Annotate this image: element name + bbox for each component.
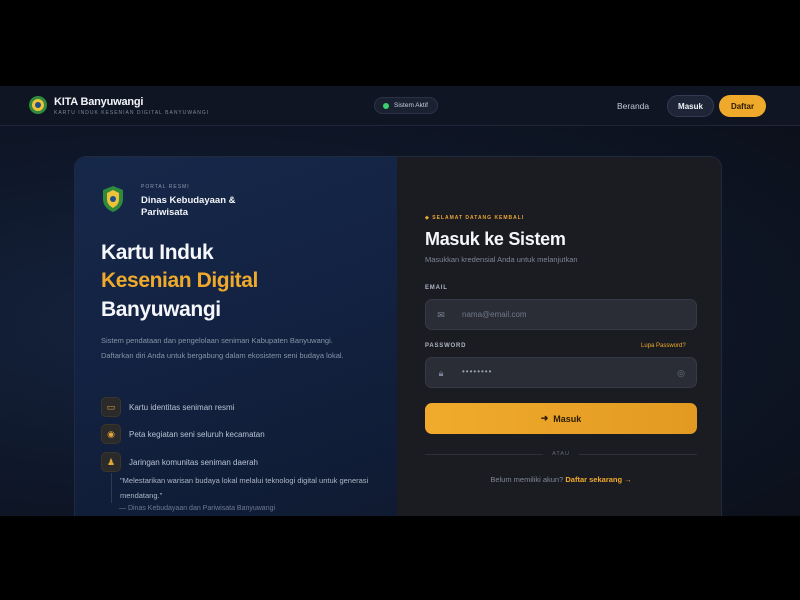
welcome-eyebrow: ◆ SELAMAT DATANG KEMBALI	[425, 215, 525, 221]
signup-link[interactable]: Daftar sekarang →	[565, 475, 631, 484]
form-subtitle: Masukkan kredensial Anda untuk melanjutk…	[425, 255, 578, 264]
brand-name[interactable]: KITA Banyuwangi	[54, 96, 143, 108]
nav-login-button[interactable]: Masuk	[667, 95, 714, 117]
feature-item: ▭ Kartu identitas seniman resmi	[101, 397, 234, 417]
quote-text: "Melestarikan warisan budaya lokal melal…	[111, 473, 381, 503]
status-dot-icon	[383, 102, 389, 109]
submit-label: Masuk	[553, 413, 582, 424]
intro-panel: PORTAL RESMI Dinas Kebudayaan & Pariwisa…	[75, 157, 397, 516]
hero-title-line-2: Kesenian Digital	[101, 269, 258, 292]
feature-label: Peta kegiatan seni seluruh kecamatan	[129, 429, 265, 439]
quote-author: — Dinas Kebudayaan dan Pariwisata Banyuw…	[119, 505, 276, 512]
email-label: EMAIL	[425, 285, 448, 291]
status-label: Sistem Aktif	[394, 102, 428, 109]
nav-home-link[interactable]: Beranda	[617, 101, 649, 111]
nav-register-button[interactable]: Daftar	[719, 95, 766, 117]
system-status-badge: Sistem Aktif	[374, 97, 438, 114]
email-field[interactable]: ✉ nama@email.com	[425, 299, 697, 330]
login-submit-button[interactable]: ➜ Masuk	[425, 403, 697, 434]
mail-icon: ✉	[437, 310, 445, 320]
feature-label: Kartu identitas seniman resmi	[129, 402, 235, 412]
letterbox-top	[0, 0, 800, 86]
feature-item: ◉ Peta kegiatan seni seluruh kecamatan	[101, 424, 265, 444]
feature-label: Jaringan komunitas seniman daerah	[129, 457, 258, 467]
brand-logo-icon[interactable]	[28, 94, 48, 116]
hero-description: Sistem pendataan dan pengelolaan seniman…	[101, 336, 344, 360]
feature-item: ♟ Jaringan komunitas seniman daerah	[101, 452, 258, 472]
app-window: KITA Banyuwangi KARTU INDUK KESENIAN DIG…	[0, 86, 800, 516]
org-name: Dinas Kebudayaan & Pariwisata	[141, 195, 236, 218]
users-icon: ♟	[101, 452, 121, 472]
hero-title-line-1: Kartu Induk	[101, 241, 214, 264]
login-card: PORTAL RESMI Dinas Kebudayaan & Pariwisa…	[74, 156, 722, 516]
email-placeholder: nama@email.com	[462, 310, 527, 319]
signup-row: Belum memiliki akun? Daftar sekarang →	[425, 475, 697, 484]
id-card-icon: ▭	[101, 397, 121, 417]
show-password-eye-icon[interactable]: ◎	[675, 367, 687, 379]
divider-line-right	[579, 454, 697, 455]
forgot-password-link[interactable]: Lupa Password?	[641, 343, 686, 349]
password-label: PASSWORD	[425, 343, 467, 349]
hero-title-line-3: Banyuwangi	[101, 298, 221, 321]
top-navbar: KITA Banyuwangi KARTU INDUK KESENIAN DIG…	[0, 86, 800, 126]
login-form-panel: ◆ SELAMAT DATANG KEMBALI Masuk ke Sistem…	[397, 157, 721, 516]
map-pin-icon: ◉	[101, 424, 121, 444]
org-emblem-icon	[103, 186, 123, 212]
signup-prompt: Belum memiliki akun?	[490, 475, 564, 484]
brand-subtitle: KARTU INDUK KESENIAN DIGITAL BANYUWANGI	[54, 110, 210, 116]
password-field[interactable]: 🔒︎ •••••••• ◎	[425, 357, 697, 388]
password-value: ••••••••	[462, 367, 493, 376]
lock-icon: 🔒︎	[438, 368, 444, 378]
form-title: Masuk ke Sistem	[425, 229, 566, 249]
org-eyebrow: PORTAL RESMI	[141, 184, 190, 190]
login-arrow-icon: ➜	[540, 413, 549, 423]
divider-line-left	[425, 454, 543, 455]
divider-text: ATAU	[552, 451, 570, 457]
letterbox-bottom	[0, 516, 800, 600]
